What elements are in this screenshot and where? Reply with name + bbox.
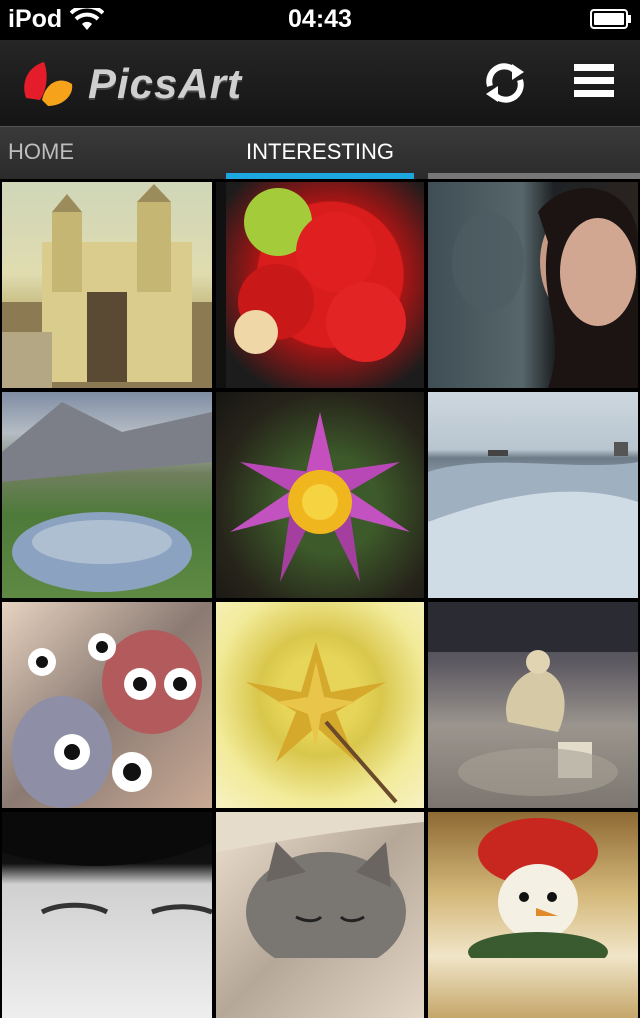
street-performer-image (428, 602, 638, 796)
refresh-icon (486, 63, 524, 103)
yellow-flowers-image (246, 642, 398, 804)
photo-thumbnail[interactable] (216, 392, 424, 598)
owl-figurines-image (12, 630, 202, 808)
app-logo-text: PicsArt (88, 60, 243, 107)
photo-thumbnail[interactable] (216, 812, 424, 1018)
water-lily-image (230, 412, 410, 582)
photo-thumbnail[interactable] (216, 602, 424, 808)
tab-home[interactable]: HOME (8, 127, 74, 179)
flower-bouquet-image (216, 182, 406, 388)
photo-thumbnail[interactable] (2, 602, 212, 808)
closed-eyes-portrait-image (2, 812, 212, 915)
tab-interesting[interactable]: INTERESTING (226, 127, 414, 179)
mountain-lake-image (2, 402, 212, 592)
refresh-button[interactable] (478, 56, 532, 110)
snowy-field-image (428, 442, 638, 598)
app-header: PicsArt (0, 40, 640, 126)
photo-thumbnail[interactable] (2, 182, 212, 388)
photo-thumbnail[interactable] (428, 392, 638, 598)
hamburger-menu-icon (574, 64, 614, 71)
photo-thumbnail[interactable] (428, 602, 638, 808)
portrait-window-image (452, 188, 638, 388)
status-time: 04:43 (288, 5, 352, 33)
cathedral-image (2, 184, 212, 388)
battery-icon (590, 9, 631, 29)
menu-button[interactable] (574, 64, 614, 104)
snowman-ornament-image (468, 818, 608, 958)
cat-image (216, 812, 424, 958)
tab-interesting-label: INTERESTING (246, 139, 394, 164)
photo-thumbnail[interactable] (2, 392, 212, 598)
tab-scroll-indicator (428, 173, 640, 179)
photo-thumbnail[interactable] (2, 812, 212, 1018)
photo-thumbnail[interactable] (216, 182, 424, 388)
photo-thumbnail[interactable] (428, 812, 638, 1018)
picsart-logo-icon (24, 62, 73, 106)
active-tab-indicator (226, 173, 414, 179)
photo-grid (0, 182, 640, 1018)
photo-thumbnail[interactable] (428, 182, 638, 388)
status-bar: iPod 04:43 (0, 0, 640, 40)
tab-bar: HOME INTERESTING (0, 126, 640, 179)
